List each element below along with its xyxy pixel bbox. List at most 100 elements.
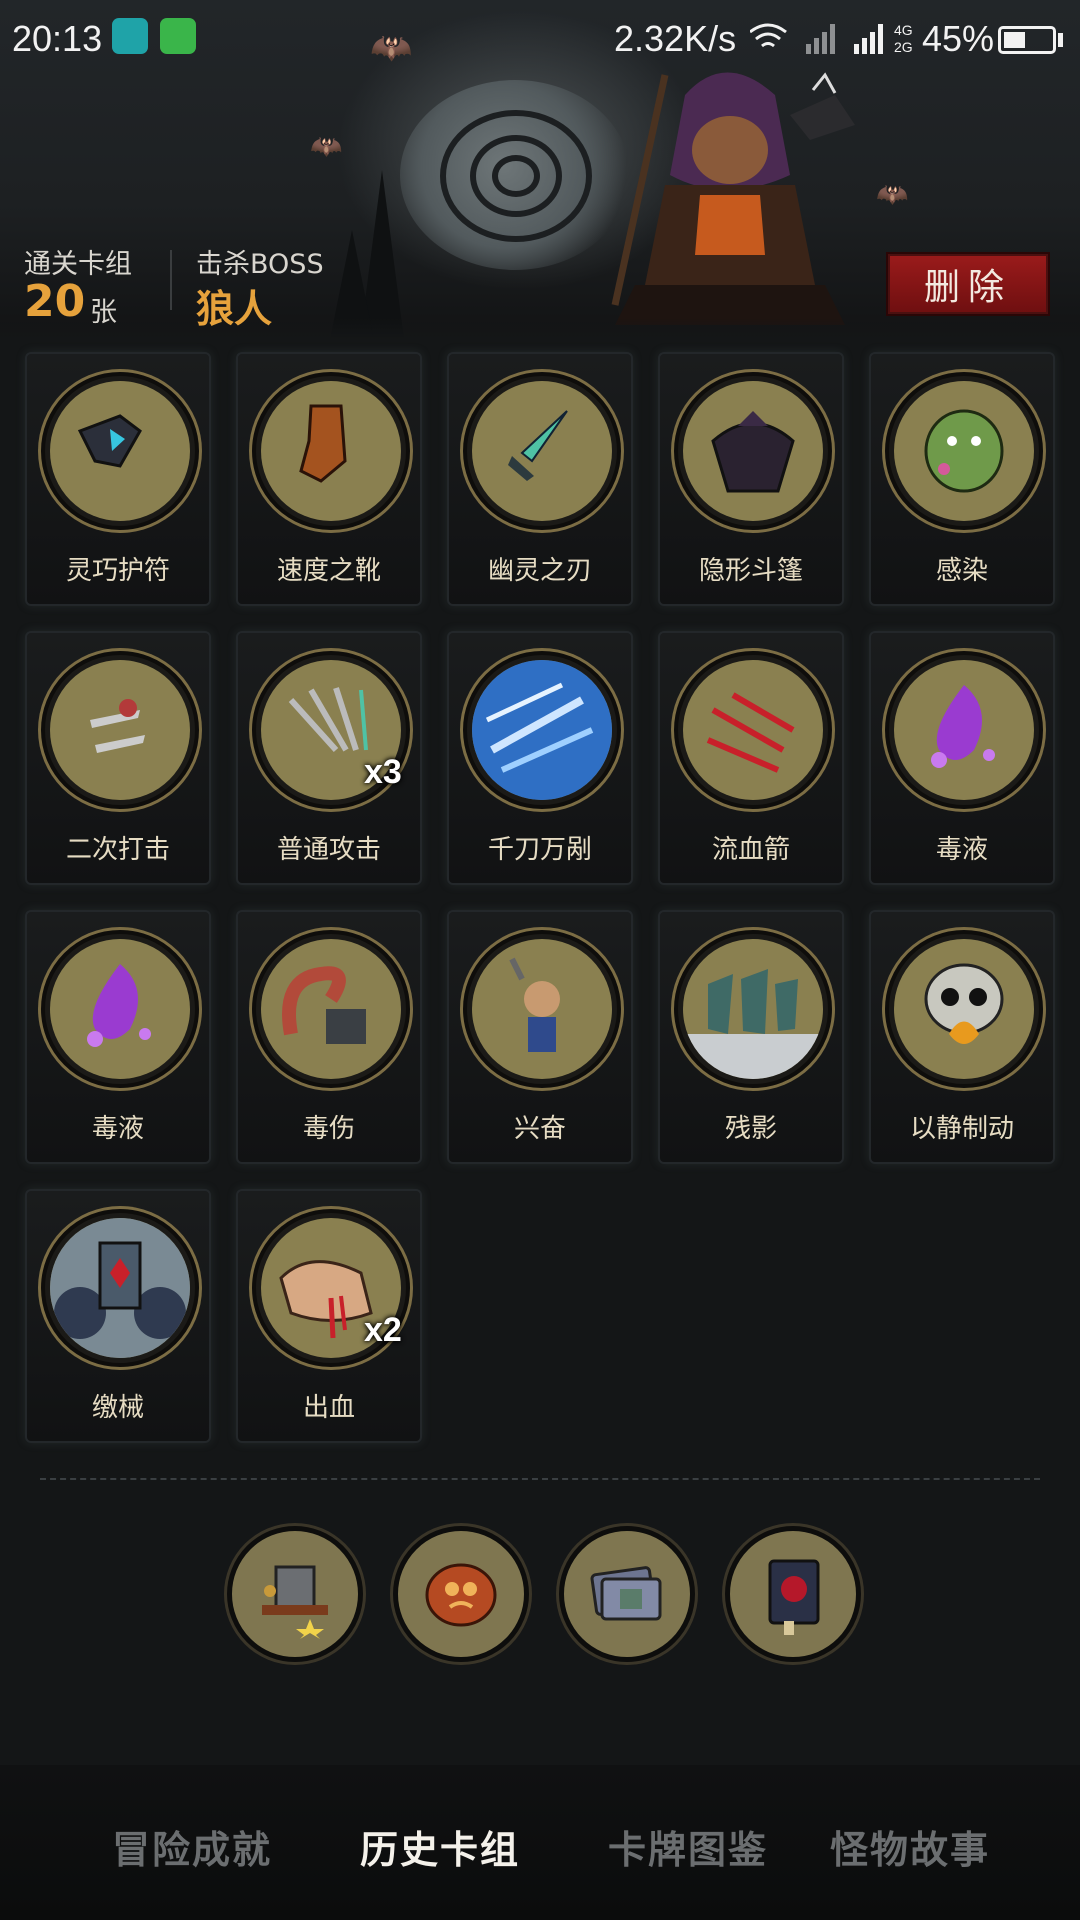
- deck-card[interactable]: 以静制动: [869, 910, 1055, 1164]
- status-time: 20:13: [12, 18, 103, 59]
- cleared-deck-count: 20: [24, 276, 86, 327]
- card-name: 隐形斗篷: [698, 556, 803, 586]
- bottom-tab-bar: 冒险成就 历史卡组 卡牌图鉴 怪物故事: [0, 1765, 1080, 1920]
- card-name: 残影: [724, 1114, 777, 1144]
- tab-history-deck[interactable]: 历史卡组: [360, 1819, 520, 1874]
- skull-fire-icon: [894, 939, 1034, 1079]
- card-medallion: [463, 651, 621, 809]
- excited-dwarf-icon: [472, 939, 612, 1079]
- card-name: 灵巧护符: [65, 556, 170, 586]
- cleared-deck-unit: 张: [90, 297, 117, 328]
- disarm-shield-icon: [50, 1218, 190, 1358]
- deck-card[interactable]: 残影: [658, 910, 844, 1164]
- deck-card-grid: 灵巧护符 速度之靴 幽灵之刃 隐形斗篷 感染 二次打击 x3 普通攻击 千刀万剐 流血箭 毒液 毒液毒…: [25, 352, 1055, 1443]
- status-bar: 20:13 2.32K/s 4G 2G 45%: [0, 0, 1080, 78]
- cell-signal-icon: [806, 24, 835, 54]
- card-medallion: [463, 372, 621, 530]
- card-name: 千刀万剐: [487, 835, 592, 865]
- card-medallion: [41, 1209, 199, 1367]
- card-name: 二次打击: [65, 835, 170, 865]
- infected-creature-icon: [894, 381, 1034, 521]
- hooded-heroine-illustration: [611, 72, 855, 325]
- deck-card[interactable]: 毒液: [869, 631, 1055, 885]
- battery-percent: 45%: [922, 18, 995, 59]
- card-name: 出血: [302, 1393, 355, 1423]
- cards-relic-icon[interactable]: [559, 1526, 695, 1662]
- card-name: 毒液: [935, 835, 988, 865]
- deck-card[interactable]: 毒伤: [236, 910, 422, 1164]
- card-name: 普通攻击: [276, 835, 381, 865]
- cookie-relic-icon[interactable]: [393, 1526, 529, 1662]
- card-name: 以静制动: [909, 1114, 1014, 1144]
- delete-button[interactable]: 删除: [886, 252, 1050, 316]
- amulet-icon: [50, 381, 190, 521]
- card-name: 缴械: [91, 1393, 144, 1423]
- cell-signal-2-icon: [854, 24, 883, 54]
- bat-icon: 🦇: [876, 180, 909, 210]
- battery-icon: [998, 26, 1056, 54]
- deck-card[interactable]: 幽灵之刃: [447, 352, 633, 606]
- wifi-icon: [750, 23, 787, 48]
- double-strike-icon: [50, 660, 190, 800]
- tab-monster-stories[interactable]: 怪物故事: [830, 1819, 990, 1874]
- tab-adventure-achievements[interactable]: 冒险成就: [112, 1819, 272, 1874]
- poison-splash-icon: [894, 660, 1034, 800]
- card-medallion: [674, 930, 832, 1088]
- deck-card[interactable]: 千刀万剐: [447, 631, 633, 885]
- network-2g: 2G: [894, 39, 913, 55]
- bleeding-arrows-icon: [683, 660, 823, 800]
- card-medallion: [41, 372, 199, 530]
- card-medallion: [41, 651, 199, 809]
- card-count-badge: x3: [364, 753, 402, 791]
- deck-card[interactable]: 感染: [869, 352, 1055, 606]
- card-medallion: [885, 930, 1043, 1088]
- poison-splash-icon: [50, 939, 190, 1079]
- dashed-divider: [40, 1478, 1040, 1480]
- card-medallion: [252, 930, 410, 1088]
- card-name: 流血箭: [711, 835, 790, 865]
- deck-card[interactable]: 流血箭: [658, 631, 844, 885]
- network-speed: 2.32K/s: [614, 18, 737, 59]
- afterimage-icon: [683, 939, 823, 1079]
- card-name: 感染: [935, 556, 988, 586]
- deck-card[interactable]: 毒液: [25, 910, 211, 1164]
- network-4g: 4G: [894, 22, 913, 38]
- card-medallion: [41, 930, 199, 1088]
- card-medallion: [252, 372, 410, 530]
- screenshot-app-icon: [112, 18, 148, 54]
- card-medallion: [674, 372, 832, 530]
- deck-card[interactable]: 速度之靴: [236, 352, 422, 606]
- tab-card-encyclopedia[interactable]: 卡牌图鉴: [608, 1819, 768, 1874]
- boot-icon: [261, 381, 401, 521]
- card-name: 速度之靴: [276, 556, 381, 586]
- card-medallion: [463, 930, 621, 1088]
- ghost-blade-icon: [472, 381, 612, 521]
- book-relic-icon[interactable]: [725, 1526, 861, 1662]
- battery-tip: [1058, 33, 1063, 47]
- stat-divider: [170, 250, 172, 310]
- deck-card[interactable]: 兴奋: [447, 910, 633, 1164]
- card-name: 兴奋: [513, 1114, 566, 1144]
- bat-icon: 🦇: [310, 132, 343, 162]
- assistant-app-icon: [160, 18, 196, 54]
- cloak-icon: [683, 381, 823, 521]
- battery-fill: [1004, 32, 1025, 48]
- card-name: 幽灵之刃: [487, 556, 592, 586]
- blade-storm-icon: [472, 660, 612, 800]
- card-name: 毒伤: [302, 1114, 355, 1144]
- card-name: 毒液: [91, 1114, 144, 1144]
- poison-tentacle-icon: [261, 939, 401, 1079]
- deck-card[interactable]: x2 出血: [236, 1189, 422, 1443]
- hammer-relic-icon[interactable]: [227, 1526, 363, 1662]
- deck-card[interactable]: x3 普通攻击: [236, 631, 422, 885]
- boss-name: 狼人: [196, 287, 273, 331]
- deck-card[interactable]: 缴械: [25, 1189, 211, 1443]
- deck-card[interactable]: 灵巧护符: [25, 352, 211, 606]
- boss-label: 击杀BOSS: [196, 249, 324, 280]
- card-count-badge: x2: [364, 1311, 402, 1349]
- deck-card[interactable]: 二次打击: [25, 631, 211, 885]
- card-medallion: [885, 651, 1043, 809]
- deck-card[interactable]: 隐形斗篷: [658, 352, 844, 606]
- card-medallion: [885, 372, 1043, 530]
- card-medallion: [674, 651, 832, 809]
